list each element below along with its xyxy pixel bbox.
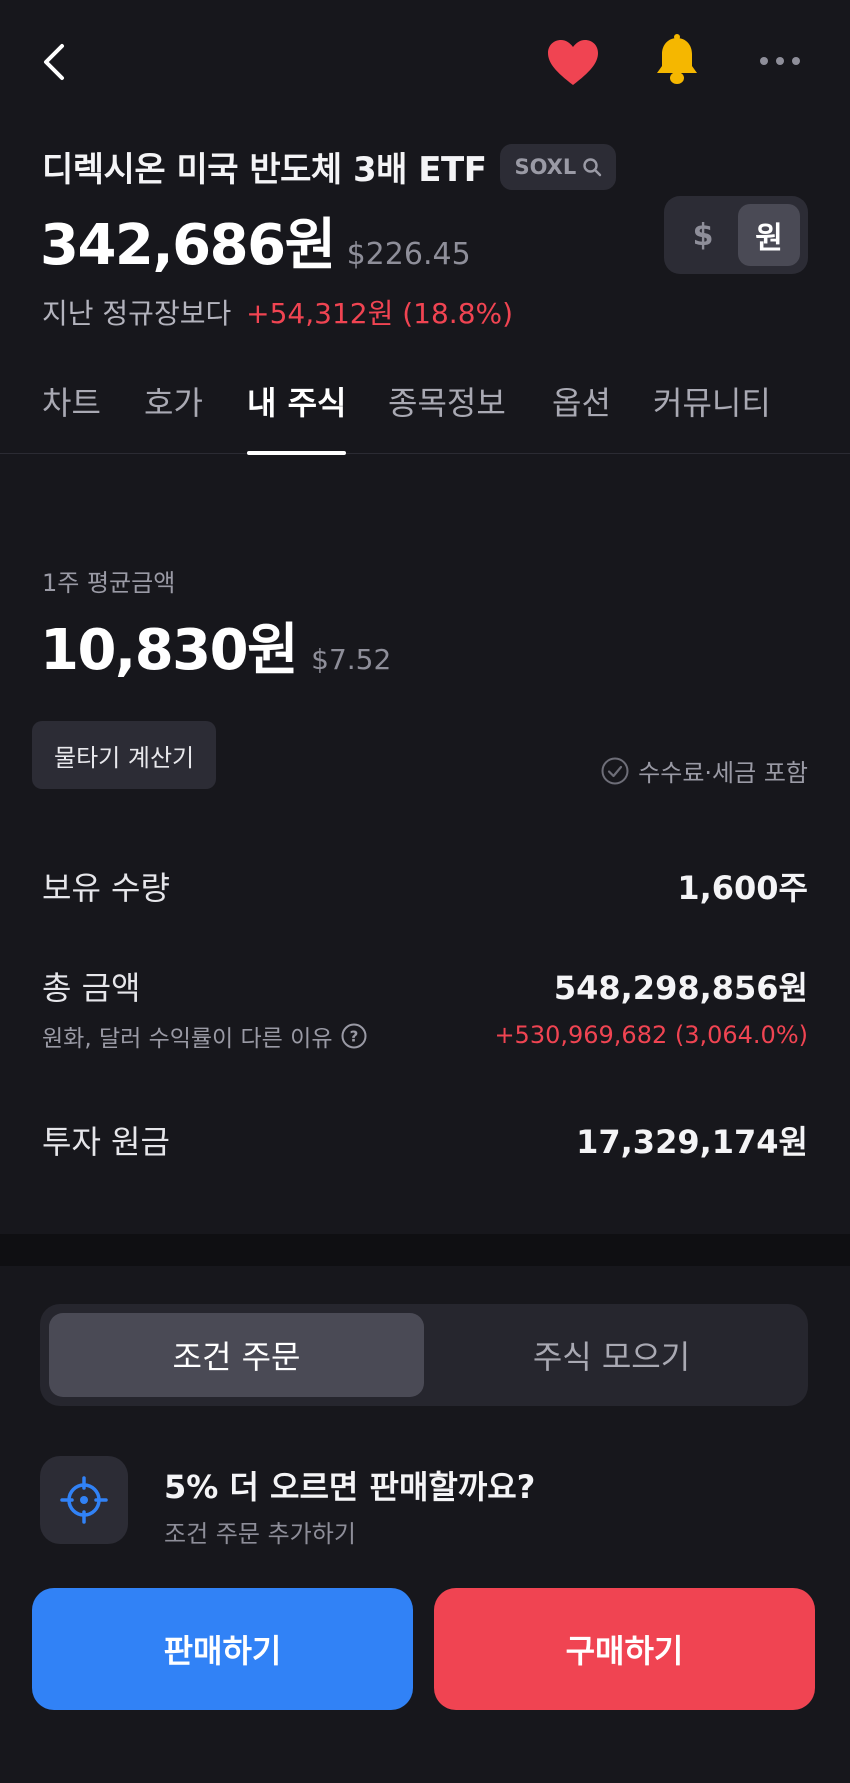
principal-value: 17,329,174원 (576, 1123, 808, 1161)
current-price-usd: $226.45 (346, 237, 471, 272)
stock-title-row: 디렉시온 미국 반도체 3배 ETF SOXL (42, 142, 617, 191)
total-amount-value: 548,298,856원 (553, 969, 808, 1007)
my-stock-section: 1주 평균금액 10,830원 $7.52 물타기 계산기 수수료·세금 포함 … (0, 455, 850, 1235)
tab-community[interactable]: 커뮤니티 (653, 378, 771, 454)
currency-krw-option[interactable]: 원 (738, 204, 800, 266)
more-icon[interactable] (758, 50, 802, 72)
tab-my-stock[interactable]: 내 주식 (247, 378, 347, 455)
currency-return-help-label: 원화, 달러 수익률이 다른 이유 (42, 1026, 333, 1052)
avg-price-usd: $7.52 (311, 643, 392, 676)
currency-toggle: $ 원 (664, 196, 808, 274)
sell-button[interactable]: 판매하기 (32, 1588, 413, 1710)
principal-row: 투자 원금 17,329,174원 (42, 1117, 808, 1163)
tab-bar: 차트 호가 내 주식 종목정보 옵션 커뮤니티 (0, 378, 850, 455)
conditional-order-suggestion[interactable]: 5% 더 오르면 판매할까요? 조건 주문 추가하기 (40, 1456, 808, 1548)
tab-stock-info[interactable]: 종목정보 (388, 378, 506, 454)
price-change-row: 지난 정규장보다 +54,312원 (18.8%) (42, 292, 513, 332)
total-profit-value: +530,969,682 (3,064.0%) (494, 1021, 808, 1049)
quantity-value: 1,600주 (677, 869, 808, 907)
change-value: +54,312원 (18.8%) (246, 297, 514, 330)
search-icon (583, 157, 602, 176)
fee-tax-included-toggle[interactable]: 수수료·세금 포함 (600, 753, 808, 788)
svg-text:?: ? (350, 1028, 359, 1046)
tab-orderbook[interactable]: 호가 (144, 378, 203, 454)
conditional-order-title: 5% 더 오르면 판매할까요? (164, 1468, 536, 1506)
change-label: 지난 정규장보다 (42, 297, 232, 330)
stock-detail-screen: 디렉시온 미국 반도체 3배 ETF SOXL 342,686원 $226.45… (0, 0, 850, 1783)
buy-button[interactable]: 구매하기 (434, 1588, 815, 1710)
segment-stock-accumulation[interactable]: 주식 모으기 (424, 1313, 799, 1397)
top-bar (0, 0, 850, 130)
target-icon-box (40, 1456, 128, 1544)
total-amount-row: 총 금액 548,298,856원 원화, 달러 수익률이 다른 이유 ? +5… (42, 963, 808, 1053)
avg-price-row: 10,830원 $7.52 (40, 605, 391, 686)
tab-chart[interactable]: 차트 (42, 378, 101, 454)
averaging-calculator-button[interactable]: 물타기 계산기 (32, 721, 217, 789)
check-circle-icon (601, 757, 629, 784)
order-panel: 조건 주문 주식 모으기 5% 더 오르면 판매할까요? 조건 주문 추가하기 … (0, 1266, 850, 1783)
section-divider (0, 1234, 850, 1266)
question-icon: ? (341, 1023, 367, 1049)
avg-price-label: 1주 평균금액 (42, 569, 176, 597)
current-price-krw: 342,686원 (40, 213, 336, 278)
ticker-search-chip[interactable]: SOXL (500, 143, 617, 190)
heart-icon[interactable] (546, 38, 600, 88)
bell-icon[interactable] (652, 34, 702, 86)
segment-conditional-order[interactable]: 조건 주문 (49, 1313, 424, 1397)
stock-name: 디렉시온 미국 반도체 3배 ETF (42, 150, 487, 190)
conditional-order-subtitle: 조건 주문 추가하기 (164, 1520, 356, 1548)
currency-usd-option[interactable]: $ (672, 204, 734, 266)
target-icon (60, 1476, 108, 1524)
order-type-segmented-control: 조건 주문 주식 모으기 (40, 1304, 808, 1406)
ticker-label: SOXL (514, 154, 577, 179)
quantity-row: 보유 수량 1,600주 (42, 863, 808, 909)
avg-price-krw: 10,830원 (40, 618, 299, 683)
fee-tax-label: 수수료·세금 포함 (638, 759, 808, 787)
price-row: 342,686원 $226.45 (40, 200, 471, 281)
tab-options[interactable]: 옵션 (552, 378, 611, 454)
back-icon[interactable] (36, 40, 76, 84)
